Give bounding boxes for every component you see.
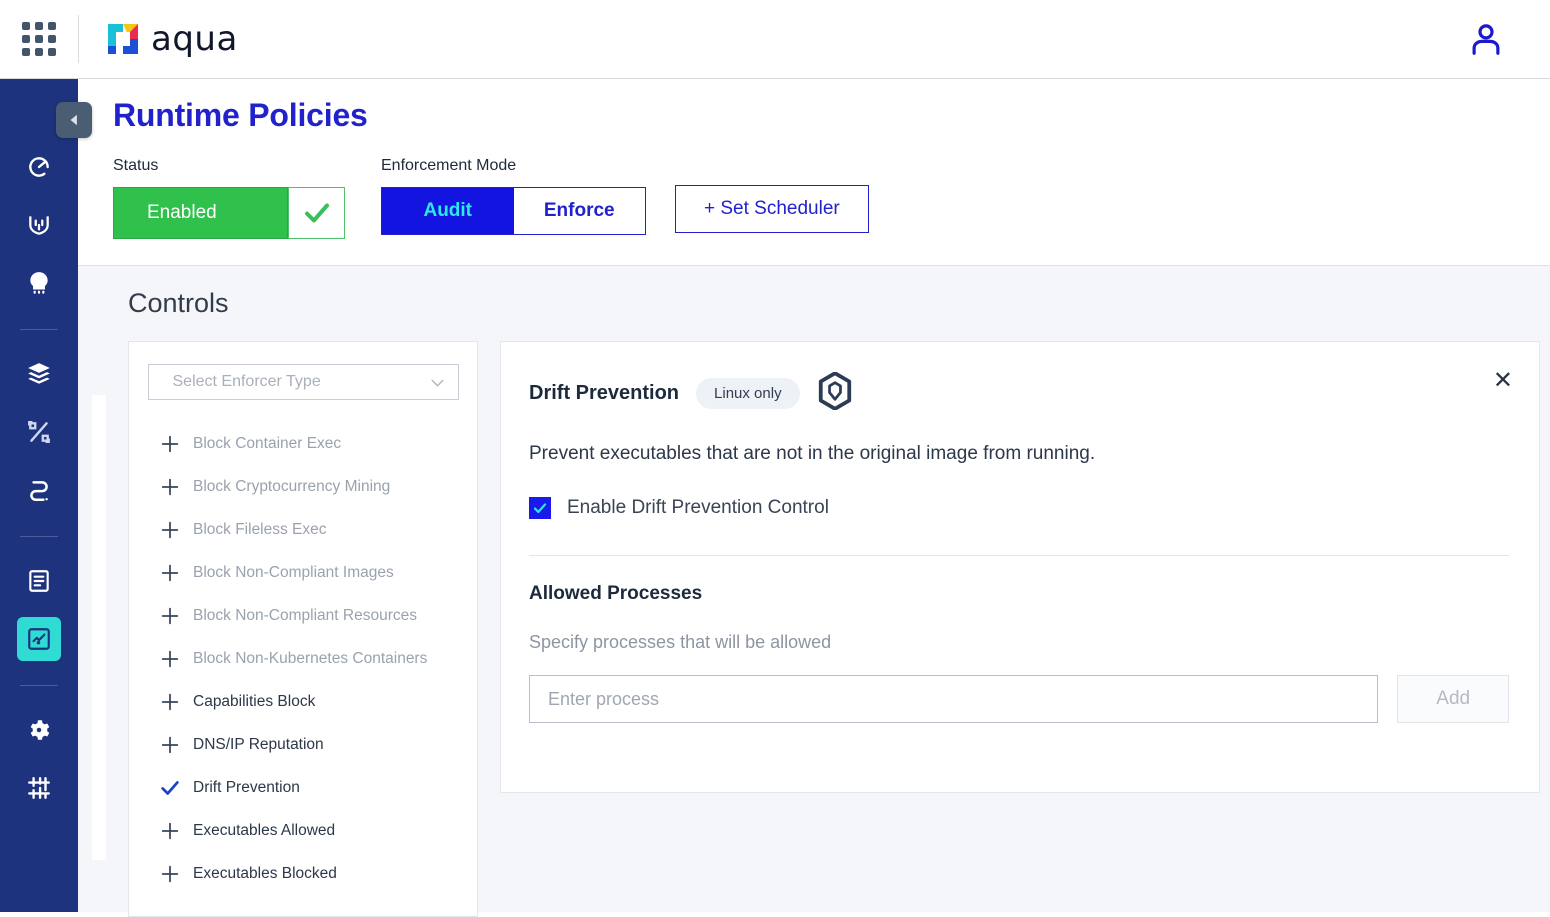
allowed-processes-row: Add xyxy=(529,675,1509,723)
controls-heading: Controls xyxy=(128,288,229,318)
plus-icon xyxy=(159,433,193,455)
panel-scrollbar[interactable] xyxy=(92,395,106,860)
control-list-item-label: Drift Prevention xyxy=(193,778,300,796)
divider xyxy=(529,555,1509,556)
plus-icon xyxy=(159,820,193,842)
chevron-left-icon xyxy=(70,114,77,126)
sidebar-item-settings[interactable] xyxy=(17,708,61,752)
checkbox-checked-icon[interactable] xyxy=(529,497,551,519)
process-input[interactable] xyxy=(529,675,1379,723)
main-content: Runtime Policies Status Enabled Enforcem… xyxy=(78,79,1550,917)
control-list-item[interactable]: Block Non-Kubernetes Containers xyxy=(129,637,477,680)
enforcement-mode-segmented: Audit Enforce xyxy=(381,187,646,235)
plus-icon xyxy=(159,562,193,584)
sidebar-item-supply-chain[interactable] xyxy=(17,468,61,512)
sidebar-item-reports[interactable] xyxy=(17,559,61,603)
control-list-item[interactable]: Block Fileless Exec xyxy=(129,508,477,551)
controls-item-list: Block Container Exec Block Cryptocurrency… xyxy=(129,422,477,895)
control-list-item[interactable]: Block Container Exec xyxy=(129,422,477,465)
page-header: Runtime Policies Status Enabled Enforcem… xyxy=(78,79,1550,266)
plus-icon xyxy=(159,734,193,756)
control-list-item-label: Block Non-Kubernetes Containers xyxy=(193,649,428,667)
plus-icon xyxy=(159,605,193,627)
aqua-pinwheel-logo xyxy=(104,20,142,58)
nav-divider xyxy=(20,685,58,686)
enforcement-mode-field: Enforcement Mode Audit Enforce xyxy=(381,157,646,235)
sidebar-collapse-button[interactable] xyxy=(56,102,92,138)
plus-icon xyxy=(159,863,193,885)
sidebar-item-runtime-policies[interactable] xyxy=(17,617,61,661)
sidebar-item-vulnerabilities[interactable] xyxy=(17,203,61,247)
add-process-button[interactable]: Add xyxy=(1397,675,1509,723)
control-list-item-label: Executables Allowed xyxy=(193,821,336,839)
top-bar: aqua xyxy=(0,0,1550,79)
brand-wordmark: aqua xyxy=(151,19,238,59)
control-list-item[interactable]: DNS/IP Reputation xyxy=(129,723,477,766)
control-list-item-label: Block Non-Compliant Images xyxy=(193,563,394,581)
plus-icon xyxy=(159,691,193,713)
control-list-item-label: Capabilities Block xyxy=(193,692,316,710)
enable-control-row[interactable]: Enable Drift Prevention Control xyxy=(529,497,1509,519)
check-icon[interactable] xyxy=(288,187,345,239)
sidebar-item-images[interactable] xyxy=(17,352,61,396)
control-detail-panel: ✕ Drift Prevention Linux only Prevent ex… xyxy=(500,341,1540,793)
control-list-item[interactable]: Executables Allowed xyxy=(129,809,477,852)
status-field: Status Enabled xyxy=(113,157,345,239)
plus-icon xyxy=(159,648,193,670)
control-list-item[interactable]: Capabilities Block xyxy=(129,680,477,723)
tab-audit[interactable]: Audit xyxy=(382,188,514,234)
grid-apps-icon[interactable] xyxy=(0,0,78,79)
control-list-item[interactable]: Drift Prevention xyxy=(129,766,477,809)
status-toggle[interactable]: Enabled xyxy=(113,187,345,239)
plus-icon xyxy=(159,519,193,541)
detail-title: Drift Prevention xyxy=(529,382,680,404)
detail-description: Prevent executables that are not in the … xyxy=(529,443,1096,464)
sidebar-item-dashboard[interactable] xyxy=(17,145,61,189)
sidebar-item-compliance[interactable] xyxy=(17,410,61,454)
controls-body: Select Enforcer Type Block Container Exe… xyxy=(128,341,1550,917)
detail-header: Drift Prevention Linux only xyxy=(529,371,1509,415)
control-list-item-label: Block Cryptocurrency Mining xyxy=(193,477,391,495)
grid-dots xyxy=(22,22,56,56)
nav-divider xyxy=(20,536,58,537)
enforcement-mode-label: Enforcement Mode xyxy=(381,157,517,174)
controls-list-panel: Select Enforcer Type Block Container Exe… xyxy=(128,341,478,917)
hex-shield-icon xyxy=(817,371,853,415)
status-label: Status xyxy=(113,157,159,174)
os-badge: Linux only xyxy=(696,378,800,409)
user-account-icon[interactable] xyxy=(1467,20,1505,63)
chevron-down-icon xyxy=(430,379,444,387)
control-list-item[interactable]: Block Cryptocurrency Mining xyxy=(129,465,477,508)
control-list-item[interactable]: Block Non-Compliant Resources xyxy=(129,594,477,637)
control-list-item[interactable]: Block Non-Compliant Images xyxy=(129,551,477,594)
plus-icon xyxy=(159,476,193,498)
close-x-icon[interactable]: ✕ xyxy=(1493,368,1513,392)
set-scheduler-button[interactable]: + Set Scheduler xyxy=(675,185,869,233)
brand-logo-link[interactable]: aqua xyxy=(79,19,238,59)
control-list-item-label: Block Non-Compliant Resources xyxy=(193,606,417,624)
enforcer-type-select[interactable]: Select Enforcer Type xyxy=(147,364,459,400)
check-icon xyxy=(159,777,193,799)
sidebar-item-integrations[interactable] xyxy=(17,766,61,810)
control-list-item[interactable]: Executables Blocked xyxy=(129,852,477,895)
left-navigation xyxy=(0,79,78,912)
control-list-item-label: Block Fileless Exec xyxy=(193,520,327,538)
control-list-item-label: DNS/IP Reputation xyxy=(193,735,324,753)
sidebar-item-threats[interactable] xyxy=(17,261,61,305)
header-controls: Status Enabled Enforcement Mode Audit En… xyxy=(113,157,1550,239)
control-list-item-label: Executables Blocked xyxy=(193,864,337,882)
allowed-processes-title: Allowed Processes xyxy=(529,583,703,604)
control-list-item-label: Block Container Exec xyxy=(193,434,342,452)
enforcer-type-placeholder: Select Enforcer Type xyxy=(172,373,321,390)
status-value[interactable]: Enabled xyxy=(113,187,288,239)
page-title: Runtime Policies xyxy=(113,97,368,133)
tab-enforce[interactable]: Enforce xyxy=(513,188,645,234)
enable-control-label: Enable Drift Prevention Control xyxy=(567,497,829,518)
controls-section: Controls Select Enforcer Type Block Cont… xyxy=(78,266,1550,917)
allowed-processes-hint: Specify processes that will be allowed xyxy=(529,632,832,652)
nav-divider xyxy=(20,329,58,330)
